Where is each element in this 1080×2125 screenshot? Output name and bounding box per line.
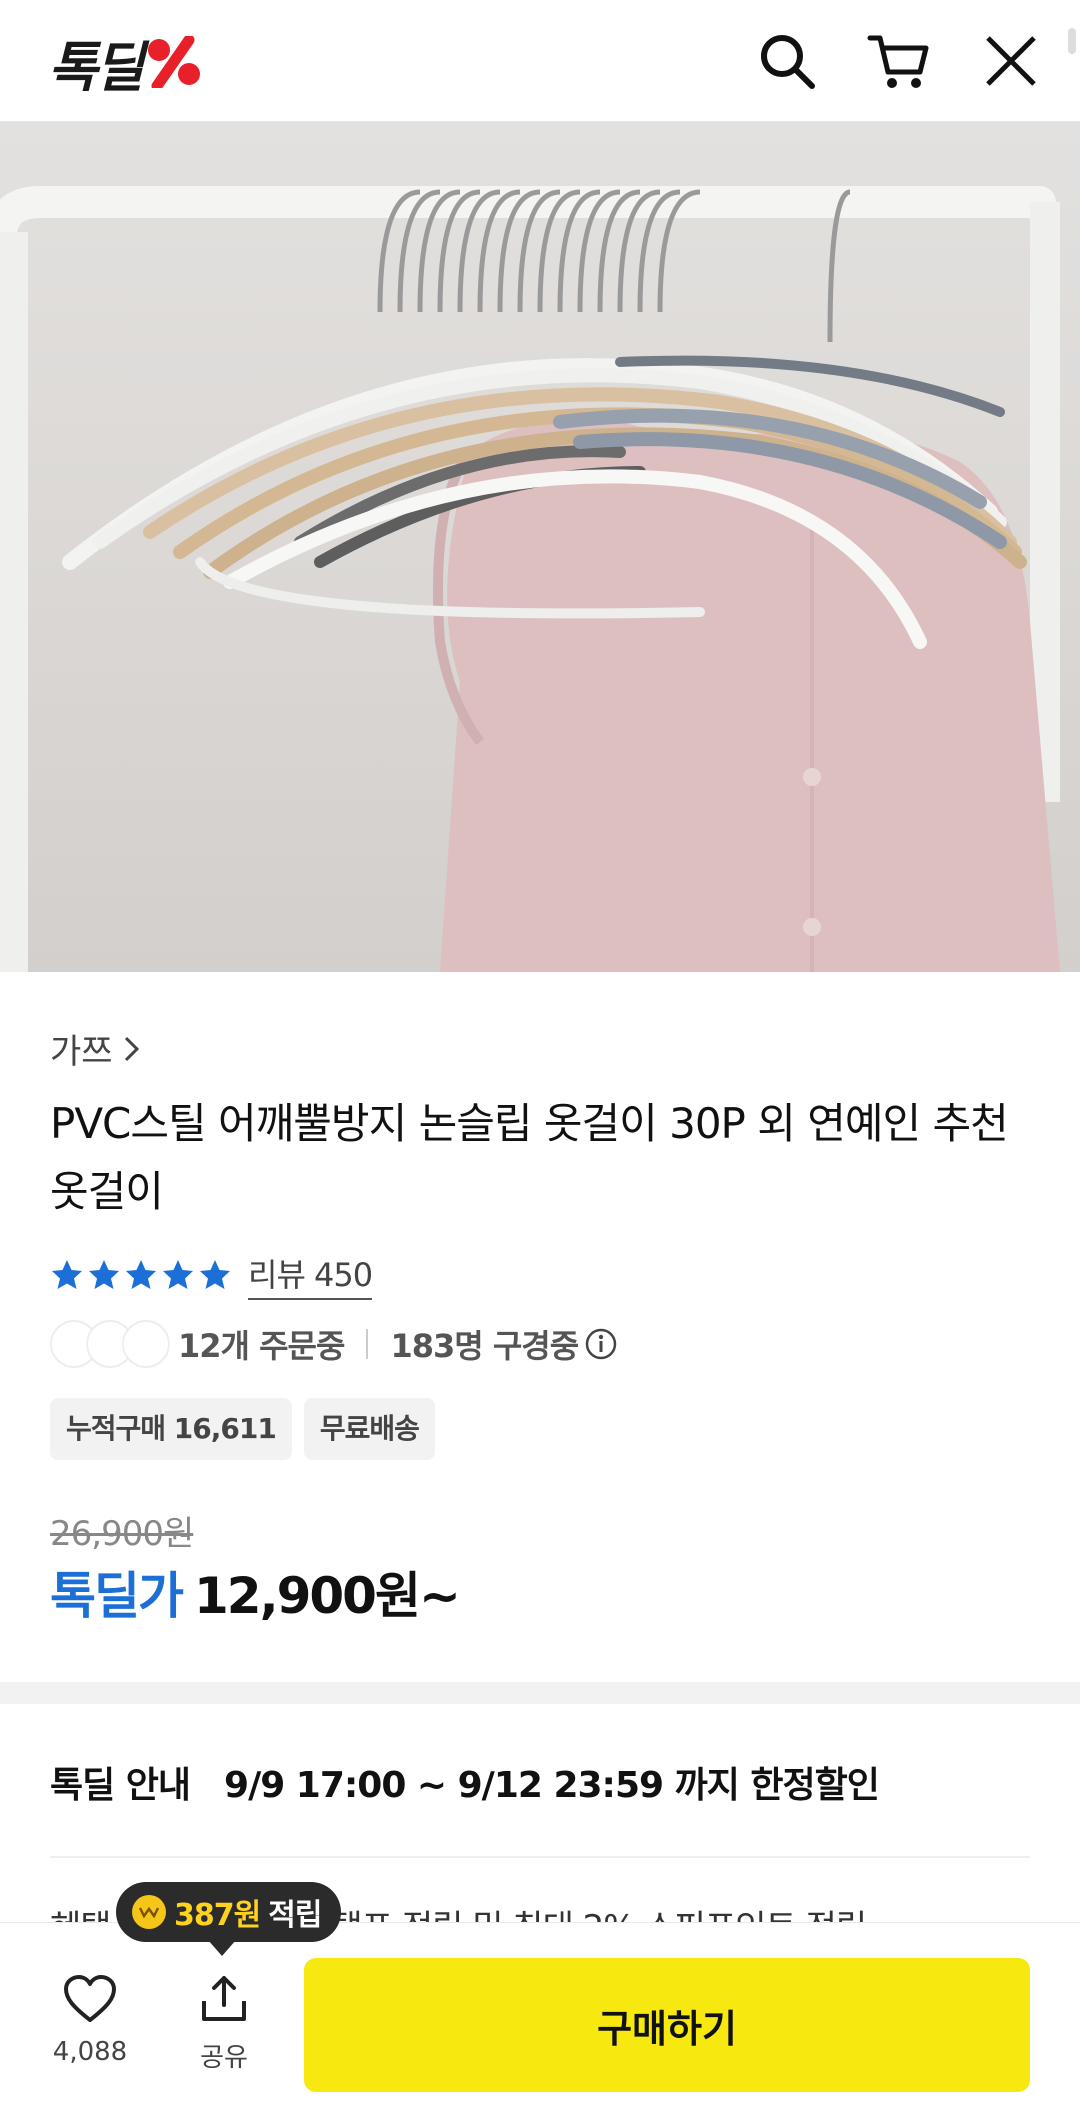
reward-label: 적립 [268,1898,322,1933]
product-photo [0,122,1080,972]
talkdeal-logo[interactable]: 톡딜 [48,30,203,99]
bottom-action-bar: 4,088 공유 구매하기 [0,1922,1080,2125]
close-icon[interactable] [978,28,1044,94]
avatar [122,1320,170,1368]
logo-text: 톡딜 [48,35,144,99]
star-icon [126,1260,156,1289]
rating-row[interactable]: 리뷰 450 [50,1250,373,1300]
section-divider [0,1682,1080,1704]
share-button[interactable]: 공유 [174,1973,274,2074]
notice-period: 9/9 17:00 ~ 9/12 23:59 까지 한정할인 [224,1765,880,1806]
like-count: 4,088 [52,2037,128,2067]
brand-name: 가쯔 [50,1032,113,1072]
reward-amount: 387원 [174,1898,261,1933]
divider [366,1329,369,1359]
free-shipping-badge: 무료배송 [303,1398,435,1460]
deal-price: 12,900원~ [194,1567,461,1625]
original-price: 26,900원 [50,1514,194,1554]
review-count-link[interactable]: 리뷰 450 [248,1250,373,1300]
heart-icon [64,1975,116,2022]
reward-tooltip: 387원 적립 [116,1882,342,1956]
percent-logo-icon [148,36,201,88]
share-icon [202,1976,246,2021]
star-icon [52,1260,82,1289]
star-rating [50,1258,232,1292]
coin-icon [132,1895,166,1929]
cumulative-purchase-badge: 누적구매 16,611 [50,1398,292,1460]
divider [50,1856,1030,1858]
info-icon[interactable] [584,1327,618,1361]
deal-price-label: 톡딜가 [50,1567,184,1625]
buyer-avatars [50,1320,170,1368]
badge-row: 누적구매 16,611 무료배송 [50,1398,435,1460]
activity-row: 12개 주문중 183명 구경중 [50,1318,618,1370]
chevron-right-icon [124,1036,139,1061]
cart-icon[interactable] [866,28,932,94]
orders-count: 12개 주문중 [178,1327,345,1365]
price-row: 톡딜가 12,900원~ [50,1556,461,1628]
top-header: 톡딜 [0,0,1080,122]
buy-button[interactable]: 구매하기 [304,1958,1030,2092]
product-title: PVC스틸 어깨뿔방지 논슬립 옷걸이 30P 외 연예인 추천 옷걸이 [50,1099,1009,1216]
star-icon [200,1260,230,1289]
deal-notice: 톡딜 안내 9/9 17:00 ~ 9/12 23:59 까지 한정할인 [50,1756,880,1808]
product-page: 톡딜 가쯔 PVC스틸 어깨뿔방지 논슬립 옷걸이 30P 외 연예인 추천 옷… [0,0,1080,2125]
brand-link[interactable]: 가쯔 [50,1024,143,1073]
scroll-indicator [1068,28,1076,54]
product-image-carousel[interactable] [0,122,1080,972]
share-label: 공유 [200,2043,248,2073]
viewers-count: 183명 구경중 [390,1327,579,1365]
star-icon [163,1260,193,1289]
star-icon [89,1260,119,1289]
search-icon[interactable] [754,28,820,94]
like-button[interactable]: 4,088 [40,1973,140,2067]
notice-label: 톡딜 안내 [50,1765,191,1806]
